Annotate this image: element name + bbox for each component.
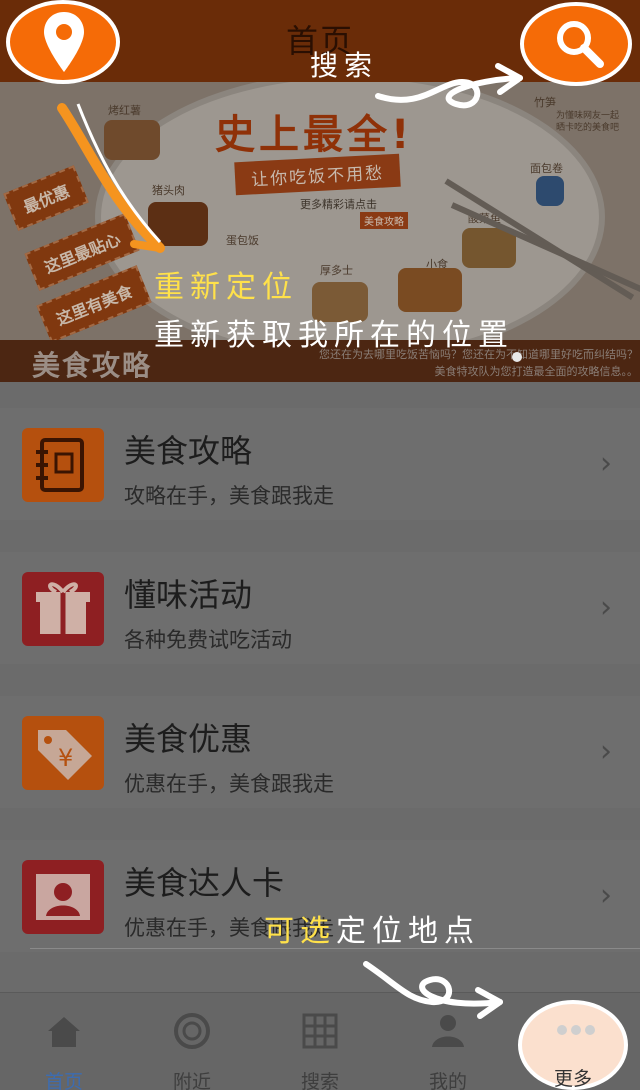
annotation-relocate-title: 重新定位 [154, 270, 298, 305]
annotation-relocate-desc: 重新获取我所在的位置 [154, 318, 514, 353]
annotation-optional: 可选定位地点 [264, 906, 480, 950]
annotation-optional-rest: 定位地点 [336, 914, 480, 949]
annotation-search: 搜索 [310, 49, 379, 82]
annotation-optional-highlight: 可选 [264, 914, 336, 949]
